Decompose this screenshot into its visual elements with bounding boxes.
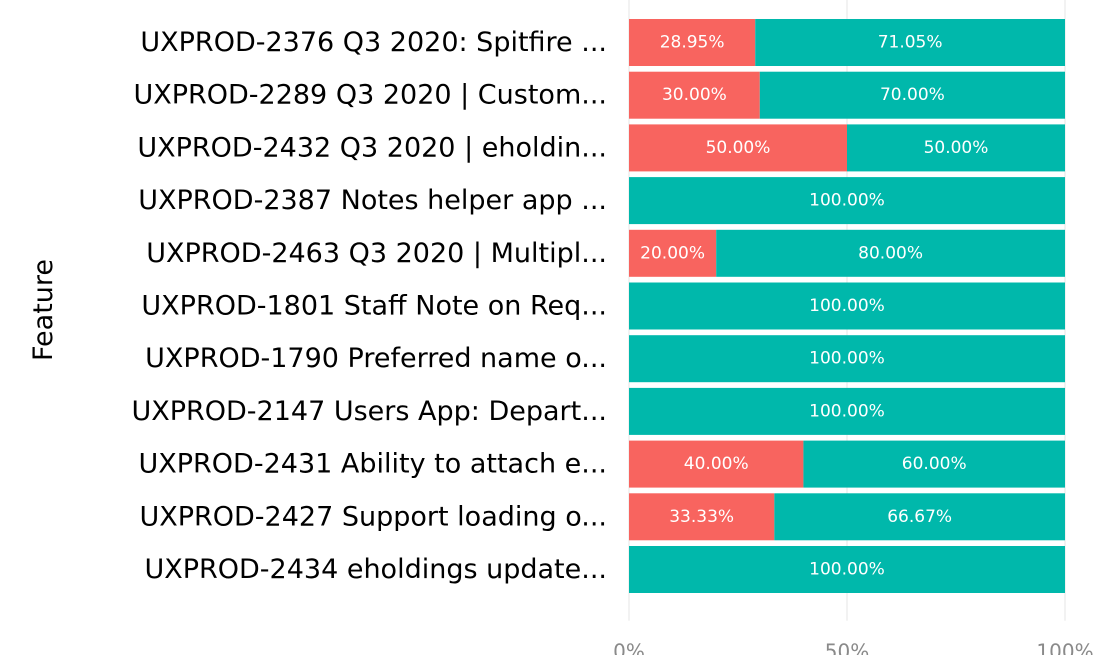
bar-value-label: 100.00% bbox=[809, 401, 885, 421]
bar-value-label: 60.00% bbox=[902, 454, 967, 474]
bar-value-label: 30.00% bbox=[662, 85, 727, 105]
category-label: UXPROD-2431 Ability to attach e... bbox=[139, 449, 608, 480]
x-tick-label: 50% bbox=[825, 640, 869, 655]
category-label: UXPROD-1790 Preferred name o... bbox=[145, 343, 607, 374]
category-label: UXPROD-2376 Q3 2020: Spitfire ... bbox=[140, 27, 607, 58]
bar-value-label: 80.00% bbox=[858, 243, 923, 263]
x-tick-label: 100% bbox=[1036, 640, 1093, 655]
x-tick-label: 0% bbox=[613, 640, 645, 655]
category-label: UXPROD-2463 Q3 2020 | Multipl... bbox=[146, 238, 607, 269]
bar-value-label: 70.00% bbox=[880, 85, 945, 105]
category-label: UXPROD-2387 Notes helper app ... bbox=[138, 185, 607, 216]
category-label: UXPROD-2432 Q3 2020 | eholdin... bbox=[137, 132, 607, 163]
bar-value-label: 100.00% bbox=[809, 296, 885, 316]
bar-value-label: 40.00% bbox=[684, 454, 749, 474]
bars: 28.95% 71.05% 30.00% 70.00% 50.00% 50.00% 100.… bbox=[629, 19, 1065, 593]
bar-value-label: 100.00% bbox=[809, 349, 885, 369]
category-label: UXPROD-2434 eholdings update... bbox=[144, 554, 607, 585]
category-label: UXPROD-2427 Support loading o... bbox=[139, 501, 607, 532]
bar-value-label: 100.00% bbox=[809, 191, 885, 211]
bar-value-label: 71.05% bbox=[878, 33, 943, 53]
bar-value-label: 20.00% bbox=[640, 243, 705, 263]
bar-value-label: 28.95% bbox=[660, 33, 725, 53]
bar-value-label: 33.33% bbox=[669, 507, 734, 527]
stacked-bar-chart: 28.95% 71.05% 30.00% 70.00% 50.00% 50.00% 100.… bbox=[28, 0, 1094, 655]
bar-value-label: 100.00% bbox=[809, 560, 885, 580]
x-axis-ticks: 0% 50% 100% bbox=[613, 640, 1093, 655]
category-label: UXPROD-2289 Q3 2020 | Custom... bbox=[133, 80, 607, 111]
category-labels: UXPROD-2376 Q3 2020: Spitfire ... UXPROD-… bbox=[131, 27, 607, 585]
bar-value-label: 50.00% bbox=[924, 138, 989, 158]
y-axis-title: Feature bbox=[28, 259, 59, 361]
category-label: UXPROD-2147 Users App: Depart... bbox=[131, 396, 607, 427]
category-label: UXPROD-1801 Staff Note on Req... bbox=[141, 291, 607, 322]
bar-value-label: 66.67% bbox=[887, 507, 952, 527]
bar-value-label: 50.00% bbox=[706, 138, 771, 158]
